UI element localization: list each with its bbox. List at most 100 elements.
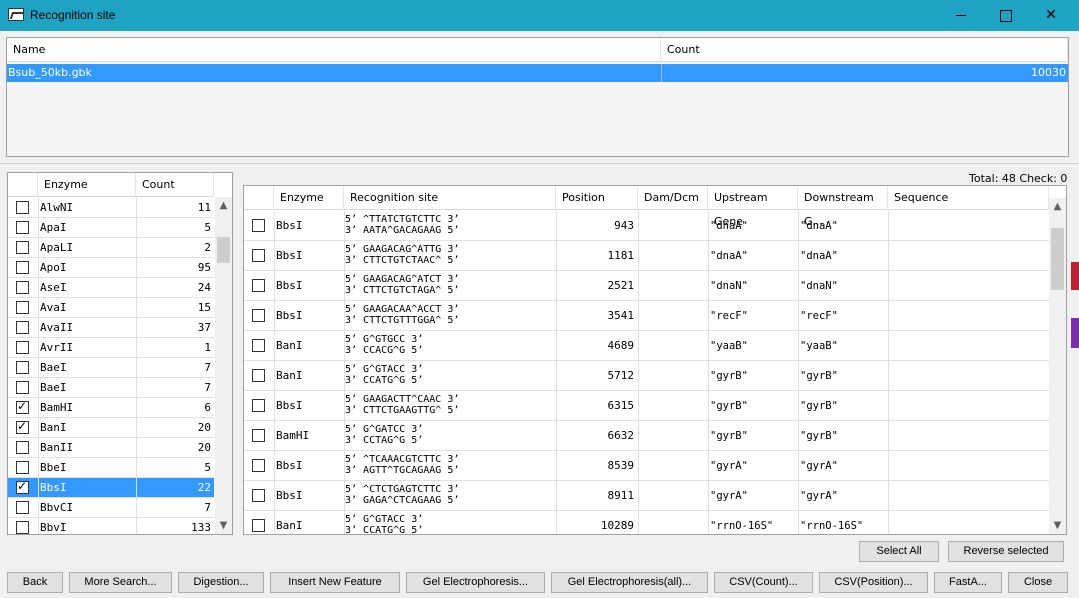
enzyme-list[interactable]: Enzyme Count AlwNI 11 ApaI 5 ApaLI 2 ApoI 95 Ase… [7,172,233,535]
enzyme-row[interactable]: BanII 20 [8,438,214,458]
results-grid[interactable]: Enzyme Recognition site Position Dam/Dcm… [243,185,1067,535]
enzyme-row[interactable]: AvaII 37 [8,318,214,338]
column-header-downstream-gene[interactable]: Downstream G... [798,186,888,228]
column-header-enzyme[interactable]: Enzyme [274,186,344,210]
enzyme-row[interactable]: BaeI 7 [8,378,214,398]
enzyme-row[interactable]: ApoI 95 [8,258,214,278]
enzyme-row[interactable]: BaeI 7 [8,358,214,378]
enzyme-checkbox[interactable] [16,341,29,354]
back-button[interactable]: Back [7,572,63,593]
result-row[interactable]: BanI 5’ G^GTACC 3’ 3’ CCATG^G 5’ 10289 "rrnO… [244,511,1049,534]
column-header-check[interactable] [8,173,38,197]
site-top-strand: 5’ G^GTACC 3’ [345,514,424,525]
close-window-button[interactable]: ✕ [1028,0,1074,31]
result-checkbox[interactable] [252,339,265,352]
scroll-down-icon[interactable]: ▼ [1049,517,1066,534]
enzyme-checkbox[interactable] [16,381,29,394]
column-header-sequence[interactable]: Sequence [888,186,1049,210]
enzyme-row[interactable]: BamHI6 [8,398,214,418]
select-all-button[interactable]: Select All [859,541,939,562]
result-checkbox[interactable] [252,249,265,262]
enzyme-checkbox[interactable] [16,441,29,454]
enzyme-row[interactable]: BbvI 133 [8,518,214,534]
close-button[interactable]: Close [1008,572,1068,593]
scroll-up-icon[interactable]: ▲ [215,197,232,214]
splitter[interactable] [0,163,1079,164]
result-row[interactable]: BanI 5’ G^GTGCC 3’ 3’ CCACG^G 5’ 4689 "yaaB"… [244,331,1049,361]
gel-electrophoresis-all-button[interactable]: Gel Electrophoresis(all)... [551,572,708,593]
result-checkbox[interactable] [252,459,265,472]
enzyme-checkbox[interactable] [16,281,29,294]
enzyme-row[interactable]: AlwNI 11 [8,198,214,218]
result-dam-dcm [638,361,708,391]
enzyme-row[interactable]: ApaI 5 [8,218,214,238]
enzyme-row[interactable]: BbvCI 7 [8,498,214,518]
result-checkbox[interactable] [252,279,265,292]
result-row[interactable]: BbsI 5’ GAAGACAG^ATCT 3’ 3’ CTTCTGTCTAGA^ … [244,271,1049,301]
column-header-recognition-site[interactable]: Recognition site [344,186,556,210]
gel-electrophoresis-button[interactable]: Gel Electrophoresis... [406,572,545,593]
result-row[interactable]: BbsI 5’ ^TTATCTGTCTTC 3’ 3’ AATA^GACAGAAG … [244,211,1049,241]
csv-count-button[interactable]: CSV(Count)... [714,572,813,593]
maximize-button[interactable] [982,0,1028,31]
enzyme-list-scrollbar[interactable]: ▲ ▼ [215,197,232,534]
enzyme-row[interactable]: AseI 24 [8,278,214,298]
enzyme-row[interactable]: BbsI22 [8,478,214,498]
file-row[interactable]: Bsub_50kb.gbk 10030 [7,64,1068,82]
result-row[interactable]: BamHI 5’ G^GATCC 3’ 3’ CCTAG^G 5’ 6632 "gyrB… [244,421,1049,451]
result-upstream-gene: "gyrA" [708,451,798,481]
more-search-button[interactable]: More Search... [69,572,172,593]
column-header-check[interactable] [244,186,274,210]
scroll-thumb[interactable] [217,237,230,263]
result-checkbox[interactable] [252,369,265,382]
result-checkbox[interactable] [252,219,265,232]
result-row[interactable]: BbsI 5’ GAAGACAA^ACCT 3’ 3’ CTTCTGTTTGGA^ … [244,301,1049,331]
result-checkbox[interactable] [252,489,265,502]
enzyme-checkbox[interactable] [16,479,29,494]
enzyme-checkbox[interactable] [16,321,29,334]
enzyme-checkbox[interactable] [16,221,29,234]
fasta-button[interactable]: FastA... [934,572,1002,593]
column-header-position[interactable]: Position [556,186,638,210]
result-checkbox[interactable] [252,309,265,322]
column-header-count[interactable]: Count [661,38,1068,62]
column-header-upstream-gene[interactable]: Upstream Gene [708,186,798,228]
result-row[interactable]: BbsI 5’ ^CTCTGAGTCTTC 3’ 3’ GAGA^CTCAGAAG … [244,481,1049,511]
column-header-dam-dcm[interactable]: Dam/Dcm [638,186,708,210]
enzyme-checkbox[interactable] [16,419,29,434]
enzyme-checkbox[interactable] [16,241,29,254]
insert-new-feature-button[interactable]: Insert New Feature [270,572,400,593]
scroll-down-icon[interactable]: ▼ [215,517,232,534]
enzyme-row[interactable]: AvaI 15 [8,298,214,318]
enzyme-checkbox[interactable] [16,301,29,314]
column-header-name[interactable]: Name [7,38,661,62]
digestion-button[interactable]: Digestion... [178,572,264,593]
result-row[interactable]: BanI 5’ G^GTACC 3’ 3’ CCATG^G 5’ 5712 "gyrB"… [244,361,1049,391]
scroll-up-icon[interactable]: ▲ [1049,198,1066,215]
column-header-enzyme[interactable]: Enzyme [38,173,136,197]
enzyme-checkbox[interactable] [16,399,29,414]
enzyme-checkbox[interactable] [16,201,29,214]
enzyme-checkbox[interactable] [16,261,29,274]
result-checkbox[interactable] [252,519,265,532]
enzyme-checkbox[interactable] [16,501,29,514]
reverse-selected-button[interactable]: Reverse selected [948,541,1064,562]
scroll-thumb[interactable] [1051,228,1064,290]
enzyme-row[interactable]: BanI20 [8,418,214,438]
result-row[interactable]: BbsI 5’ GAAGACTT^CAAC 3’ 3’ CTTCTGAAGTTG^ … [244,391,1049,421]
minimize-button[interactable] [938,0,984,31]
file-list[interactable]: Name Count Bsub_50kb.gbk 10030 [6,37,1069,157]
enzyme-row[interactable]: ApaLI 2 [8,238,214,258]
result-row[interactable]: BbsI 5’ GAAGACAG^ATTG 3’ 3’ CTTCTGTCTAAC^ … [244,241,1049,271]
enzyme-checkbox[interactable] [16,361,29,374]
enzyme-checkbox[interactable] [16,461,29,474]
enzyme-checkbox[interactable] [16,521,29,534]
result-checkbox[interactable] [252,399,265,412]
enzyme-row[interactable]: AvrII 1 [8,338,214,358]
enzyme-row[interactable]: BbeI 5 [8,458,214,478]
result-checkbox[interactable] [252,429,265,442]
results-scrollbar[interactable]: ▲ ▼ [1049,198,1066,534]
result-row[interactable]: BbsI 5’ ^TCAAACGTCTTC 3’ 3’ AGTT^TGCAGAAG … [244,451,1049,481]
column-header-count[interactable]: Count [136,173,214,197]
csv-position-button[interactable]: CSV(Position)... [819,572,928,593]
